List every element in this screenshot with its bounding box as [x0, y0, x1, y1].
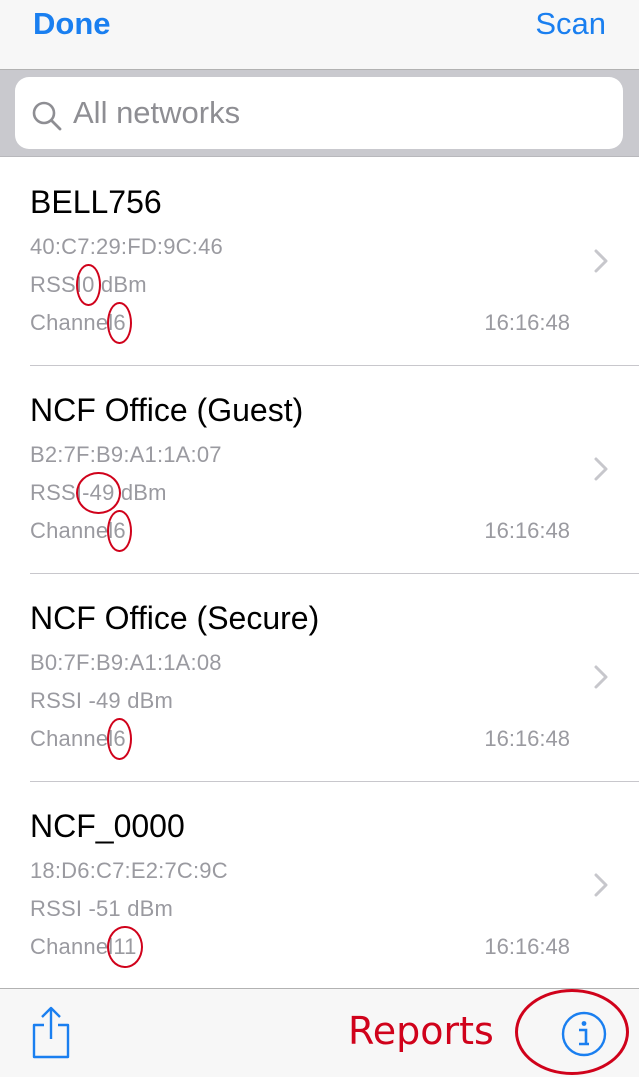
channel-label: Channel: [30, 310, 114, 335]
network-rssi: RSSI -51 dBm: [30, 896, 173, 922]
rssi-unit: dBm: [120, 480, 167, 505]
rssi-value: -49: [88, 688, 121, 713]
rssi-label: RSSI: [30, 896, 83, 921]
channel-label: Channel: [30, 726, 114, 751]
rssi-value-highlight: 0: [75, 264, 102, 306]
channel-value-highlight: 6: [107, 302, 133, 344]
info-icon[interactable]: [560, 1010, 608, 1058]
network-bssid: B2:7F:B9:A1:1A:07: [30, 442, 222, 467]
chevron-right-icon: [594, 873, 608, 897]
channel-value-highlight: 11: [107, 926, 143, 968]
network-channel: Channel6: [30, 302, 133, 344]
network-rssi: RSSI-49 dBm: [30, 472, 167, 514]
chevron-right-icon: [594, 665, 608, 689]
scan-button[interactable]: Scan: [535, 6, 606, 42]
network-bssid: 18:D6:C7:E2:7C:9C: [30, 858, 228, 883]
network-bssid: B0:7F:B9:A1:1A:08: [30, 650, 222, 675]
rssi-label: RSSI: [30, 272, 83, 297]
network-channel: Channel6: [30, 510, 133, 552]
channel-value-highlight: 6: [107, 510, 133, 552]
search-bar: [0, 70, 639, 157]
network-time: 16:16:48: [484, 934, 570, 959]
channel-value-highlight: 6: [107, 718, 133, 760]
bottom-toolbar: Reports: [0, 988, 639, 1077]
network-bssid: 40:C7:29:FD:9C:46: [30, 234, 223, 259]
navigation-bar: Done Scan: [0, 0, 639, 70]
rssi-label: RSSI: [30, 688, 83, 713]
channel-label: Channel: [30, 518, 114, 543]
done-button[interactable]: Done: [33, 6, 111, 42]
search-icon: [32, 101, 62, 131]
chevron-right-icon: [594, 249, 608, 273]
network-row[interactable]: BELL756 40:C7:29:FD:9C:46 RSSI0 dBm Chan…: [0, 158, 639, 366]
network-row[interactable]: NCF Office (Secure) B0:7F:B9:A1:1A:08 RS…: [0, 574, 639, 782]
rssi-label: RSSI: [30, 480, 83, 505]
network-time: 16:16:48: [484, 726, 570, 751]
channel-label: Channel: [30, 934, 114, 959]
reports-annotation-label: Reports: [348, 1009, 494, 1053]
network-name: NCF Office (Secure): [30, 600, 320, 636]
rssi-unit: dBm: [100, 272, 147, 297]
network-name: BELL756: [30, 184, 162, 220]
chevron-right-icon: [594, 457, 608, 481]
network-row[interactable]: NCF_0000 18:D6:C7:E2:7C:9C RSSI -51 dBm …: [0, 782, 639, 988]
network-name: NCF_0000: [30, 808, 185, 844]
search-input[interactable]: [73, 95, 593, 131]
rssi-value: -51: [88, 896, 121, 921]
network-channel: Channel11: [30, 926, 143, 968]
network-list: BELL756 40:C7:29:FD:9C:46 RSSI0 dBm Chan…: [0, 158, 639, 988]
search-field[interactable]: [15, 77, 623, 149]
rssi-unit: dBm: [127, 896, 174, 921]
share-icon[interactable]: [30, 1005, 72, 1059]
network-row[interactable]: NCF Office (Guest) B2:7F:B9:A1:1A:07 RSS…: [0, 366, 639, 574]
rssi-unit: dBm: [127, 688, 174, 713]
network-rssi: RSSI -49 dBm: [30, 688, 173, 714]
network-channel: Channel6: [30, 718, 133, 760]
network-name: NCF Office (Guest): [30, 392, 304, 428]
network-time: 16:16:48: [484, 518, 570, 543]
network-time: 16:16:48: [484, 310, 570, 335]
network-rssi: RSSI0 dBm: [30, 264, 147, 306]
rssi-value-highlight: -49: [76, 472, 122, 514]
